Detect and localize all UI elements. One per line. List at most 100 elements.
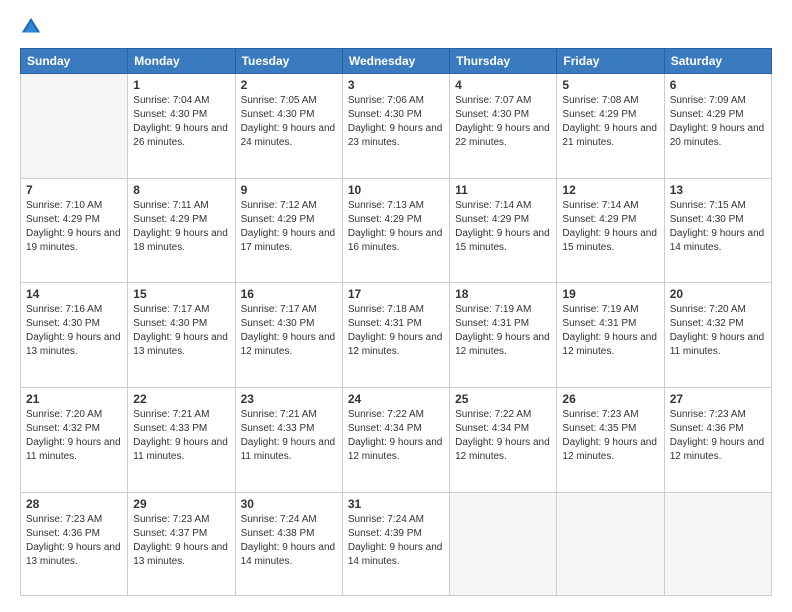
- day-info: Sunrise: 7:11 AMSunset: 4:29 PMDaylight:…: [133, 199, 229, 255]
- day-info: Sunrise: 7:14 AMSunset: 4:29 PMDaylight:…: [455, 199, 551, 255]
- day-number: 30: [241, 497, 337, 511]
- calendar-cell: 30 Sunrise: 7:24 AMSunset: 4:38 PMDayligh…: [235, 492, 342, 595]
- day-number: 7: [26, 183, 122, 197]
- day-info: Sunrise: 7:07 AMSunset: 4:30 PMDaylight:…: [455, 94, 551, 150]
- day-number: 8: [133, 183, 229, 197]
- day-info: Sunrise: 7:09 AMSunset: 4:29 PMDaylight:…: [670, 94, 766, 150]
- calendar-cell: [450, 492, 557, 595]
- day-number: 24: [348, 392, 444, 406]
- day-number: 3: [348, 78, 444, 92]
- calendar-cell: 28 Sunrise: 7:23 AMSunset: 4:36 PMDayligh…: [21, 492, 128, 595]
- header: [20, 16, 772, 38]
- day-number: 18: [455, 287, 551, 301]
- calendar-cell: 12 Sunrise: 7:14 AMSunset: 4:29 PMDayligh…: [557, 178, 664, 283]
- day-info: Sunrise: 7:22 AMSunset: 4:34 PMDaylight:…: [348, 408, 444, 464]
- day-info: Sunrise: 7:18 AMSunset: 4:31 PMDaylight:…: [348, 303, 444, 359]
- calendar-cell: 13 Sunrise: 7:15 AMSunset: 4:30 PMDayligh…: [664, 178, 771, 283]
- calendar-week-3: 14 Sunrise: 7:16 AMSunset: 4:30 PMDayligh…: [21, 283, 772, 388]
- calendar-cell: 3 Sunrise: 7:06 AMSunset: 4:30 PMDaylight…: [342, 74, 449, 179]
- calendar-cell: 19 Sunrise: 7:19 AMSunset: 4:31 PMDayligh…: [557, 283, 664, 388]
- day-number: 1: [133, 78, 229, 92]
- calendar-cell: 10 Sunrise: 7:13 AMSunset: 4:29 PMDayligh…: [342, 178, 449, 283]
- day-number: 15: [133, 287, 229, 301]
- calendar-cell: 18Sunrise: 7:19 AMSunset: 4:31 PMDayligh…: [450, 283, 557, 388]
- calendar-cell: 26 Sunrise: 7:23 AMSunset: 4:35 PMDayligh…: [557, 387, 664, 492]
- day-number: 5: [562, 78, 658, 92]
- calendar-cell: 1 Sunrise: 7:04 AMSunset: 4:30 PMDaylight…: [128, 74, 235, 179]
- day-number: 10: [348, 183, 444, 197]
- day-info: Sunrise: 7:08 AMSunset: 4:29 PMDaylight:…: [562, 94, 658, 150]
- day-number: 9: [241, 183, 337, 197]
- day-number: 20: [670, 287, 766, 301]
- weekday-header-sunday: Sunday: [21, 49, 128, 74]
- day-number: 16: [241, 287, 337, 301]
- day-info: Sunrise: 7:16 AMSunset: 4:30 PMDaylight:…: [26, 303, 122, 359]
- day-info: Sunrise: 7:23 AMSunset: 4:37 PMDaylight:…: [133, 513, 229, 569]
- calendar-cell: 20 Sunrise: 7:20 AMSunset: 4:32 PMDayligh…: [664, 283, 771, 388]
- day-info: Sunrise: 7:17 AMSunset: 4:30 PMDaylight:…: [241, 303, 337, 359]
- weekday-header-tuesday: Tuesday: [235, 49, 342, 74]
- calendar-cell: 23Sunrise: 7:21 AMSunset: 4:33 PMDayligh…: [235, 387, 342, 492]
- day-info: Sunrise: 7:12 AMSunset: 4:29 PMDaylight:…: [241, 199, 337, 255]
- weekday-header-friday: Friday: [557, 49, 664, 74]
- day-info: Sunrise: 7:23 AMSunset: 4:36 PMDaylight:…: [26, 513, 122, 569]
- calendar-cell: 15 Sunrise: 7:17 AMSunset: 4:30 PMDayligh…: [128, 283, 235, 388]
- day-info: Sunrise: 7:06 AMSunset: 4:30 PMDaylight:…: [348, 94, 444, 150]
- logo-icon: [20, 16, 42, 38]
- day-info: Sunrise: 7:04 AMSunset: 4:30 PMDaylight:…: [133, 94, 229, 150]
- day-number: 27: [670, 392, 766, 406]
- page: SundayMondayTuesdayWednesdayThursdayFrid…: [0, 0, 792, 612]
- day-number: 22: [133, 392, 229, 406]
- day-info: Sunrise: 7:21 AMSunset: 4:33 PMDaylight:…: [133, 408, 229, 464]
- day-number: 21: [26, 392, 122, 406]
- calendar-cell: 14 Sunrise: 7:16 AMSunset: 4:30 PMDayligh…: [21, 283, 128, 388]
- day-info: Sunrise: 7:10 AMSunset: 4:29 PMDaylight:…: [26, 199, 122, 255]
- calendar-cell: [21, 74, 128, 179]
- calendar-cell: 4 Sunrise: 7:07 AMSunset: 4:30 PMDaylight…: [450, 74, 557, 179]
- calendar-cell: 5 Sunrise: 7:08 AMSunset: 4:29 PMDaylight…: [557, 74, 664, 179]
- calendar-week-5: 28 Sunrise: 7:23 AMSunset: 4:36 PMDayligh…: [21, 492, 772, 595]
- calendar-cell: 25Sunrise: 7:22 AMSunset: 4:34 PMDayligh…: [450, 387, 557, 492]
- day-info: Sunrise: 7:19 AMSunset: 4:31 PMDaylight:…: [562, 303, 658, 359]
- day-number: 19: [562, 287, 658, 301]
- day-number: 14: [26, 287, 122, 301]
- day-info: Sunrise: 7:05 AMSunset: 4:30 PMDaylight:…: [241, 94, 337, 150]
- day-number: 28: [26, 497, 122, 511]
- calendar-week-1: 1 Sunrise: 7:04 AMSunset: 4:30 PMDaylight…: [21, 74, 772, 179]
- calendar-cell: 9 Sunrise: 7:12 AMSunset: 4:29 PMDaylight…: [235, 178, 342, 283]
- calendar-cell: 29 Sunrise: 7:23 AMSunset: 4:37 PMDayligh…: [128, 492, 235, 595]
- day-info: Sunrise: 7:20 AMSunset: 4:32 PMDaylight:…: [670, 303, 766, 359]
- day-number: 4: [455, 78, 551, 92]
- calendar-cell: 8 Sunrise: 7:11 AMSunset: 4:29 PMDaylight…: [128, 178, 235, 283]
- calendar-cell: 7 Sunrise: 7:10 AMSunset: 4:29 PMDaylight…: [21, 178, 128, 283]
- weekday-header-row: SundayMondayTuesdayWednesdayThursdayFrid…: [21, 49, 772, 74]
- day-number: 11: [455, 183, 551, 197]
- day-info: Sunrise: 7:24 AMSunset: 4:38 PMDaylight:…: [241, 513, 337, 569]
- day-info: Sunrise: 7:13 AMSunset: 4:29 PMDaylight:…: [348, 199, 444, 255]
- day-info: Sunrise: 7:23 AMSunset: 4:36 PMDaylight:…: [670, 408, 766, 464]
- calendar-cell: 22 Sunrise: 7:21 AMSunset: 4:33 PMDayligh…: [128, 387, 235, 492]
- calendar-cell: 31Sunrise: 7:24 AMSunset: 4:39 PMDayligh…: [342, 492, 449, 595]
- calendar-cell: 24 Sunrise: 7:22 AMSunset: 4:34 PMDayligh…: [342, 387, 449, 492]
- calendar-cell: 21 Sunrise: 7:20 AMSunset: 4:32 PMDayligh…: [21, 387, 128, 492]
- day-number: 17: [348, 287, 444, 301]
- day-number: 13: [670, 183, 766, 197]
- day-number: 12: [562, 183, 658, 197]
- calendar-cell: 6 Sunrise: 7:09 AMSunset: 4:29 PMDaylight…: [664, 74, 771, 179]
- calendar-table: SundayMondayTuesdayWednesdayThursdayFrid…: [20, 48, 772, 596]
- calendar-cell: 11 Sunrise: 7:14 AMSunset: 4:29 PMDayligh…: [450, 178, 557, 283]
- day-info: Sunrise: 7:15 AMSunset: 4:30 PMDaylight:…: [670, 199, 766, 255]
- day-info: Sunrise: 7:23 AMSunset: 4:35 PMDaylight:…: [562, 408, 658, 464]
- calendar-cell: 27 Sunrise: 7:23 AMSunset: 4:36 PMDayligh…: [664, 387, 771, 492]
- day-number: 25: [455, 392, 551, 406]
- day-info: Sunrise: 7:20 AMSunset: 4:32 PMDaylight:…: [26, 408, 122, 464]
- day-info: Sunrise: 7:24 AMSunset: 4:39 PMDaylight:…: [348, 513, 444, 569]
- day-info: Sunrise: 7:14 AMSunset: 4:29 PMDaylight:…: [562, 199, 658, 255]
- weekday-header-saturday: Saturday: [664, 49, 771, 74]
- day-number: 29: [133, 497, 229, 511]
- calendar-cell: 2Sunrise: 7:05 AMSunset: 4:30 PMDaylight…: [235, 74, 342, 179]
- day-number: 26: [562, 392, 658, 406]
- day-info: Sunrise: 7:17 AMSunset: 4:30 PMDaylight:…: [133, 303, 229, 359]
- day-number: 23: [241, 392, 337, 406]
- day-number: 6: [670, 78, 766, 92]
